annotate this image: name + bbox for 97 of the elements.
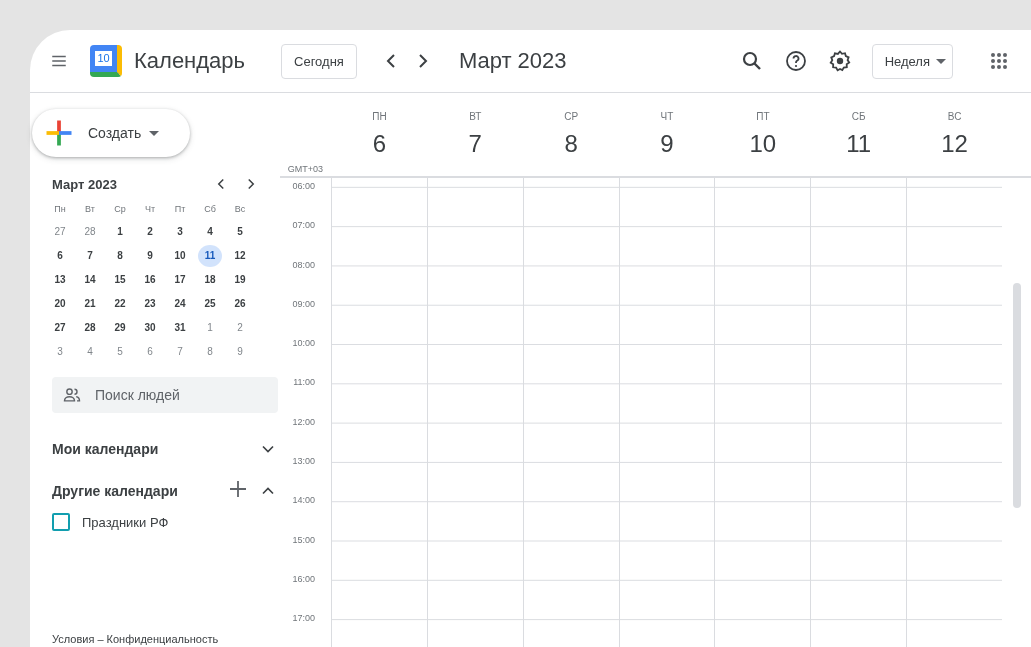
date-cell[interactable]: 13 bbox=[48, 269, 72, 291]
date-cell[interactable]: 2 bbox=[228, 317, 252, 339]
date-cell[interactable]: 29 bbox=[108, 317, 132, 339]
section-title[interactable]: Другие календари bbox=[52, 483, 178, 499]
day-number[interactable]: 7 bbox=[468, 130, 482, 158]
date-cell[interactable]: 21 bbox=[78, 293, 102, 315]
weekday-label: СР bbox=[564, 111, 579, 122]
date-cell[interactable]: 27 bbox=[48, 221, 72, 243]
weekday-label: Пн bbox=[53, 203, 67, 216]
section-title[interactable]: Мои календари bbox=[52, 441, 159, 457]
day-number[interactable]: 8 bbox=[564, 130, 578, 158]
period-title: Март 2023 bbox=[458, 48, 567, 74]
checkbox[interactable] bbox=[52, 513, 70, 531]
day-number[interactable]: 10 bbox=[749, 130, 777, 158]
date-cell[interactable]: 18 bbox=[198, 269, 222, 291]
weekday-label: Пт bbox=[173, 203, 187, 216]
caret-icon bbox=[149, 130, 160, 136]
date-cell[interactable]: 1 bbox=[198, 317, 222, 339]
weekday-label: Вт bbox=[84, 203, 96, 216]
view-dropdown[interactable]: Неделя bbox=[871, 43, 953, 79]
help-icon[interactable] bbox=[783, 49, 808, 73]
day-number[interactable]: 11 bbox=[846, 130, 872, 158]
date-cell[interactable]: 19 bbox=[228, 269, 252, 291]
date-cell[interactable]: 17 bbox=[168, 269, 192, 291]
weekday-label: Чт bbox=[143, 203, 157, 216]
date-cell[interactable]: 3 bbox=[168, 221, 192, 243]
date-cell[interactable]: 11 bbox=[198, 245, 222, 267]
people-search-field[interactable]: Поиск людей bbox=[52, 377, 278, 413]
date-cell[interactable]: 28 bbox=[78, 221, 102, 243]
weekday-label: ЧТ bbox=[660, 111, 674, 122]
hour-label: 11:00 bbox=[293, 377, 315, 390]
hour-label: 15:00 bbox=[292, 534, 315, 547]
date-cell[interactable]: 12 bbox=[228, 245, 252, 267]
weekday-label: ПТ bbox=[756, 111, 770, 122]
calendar-name: Праздники РФ bbox=[82, 514, 169, 530]
weekday-label: СБ bbox=[851, 111, 866, 122]
scrollbar-thumb[interactable] bbox=[1012, 283, 1021, 508]
date-cell[interactable]: 14 bbox=[78, 269, 102, 291]
date-cell[interactable]: 8 bbox=[198, 341, 222, 363]
date-cell[interactable]: 4 bbox=[78, 341, 102, 363]
hour-label: 16:00 bbox=[292, 573, 315, 586]
date-cell[interactable]: 25 bbox=[198, 293, 222, 315]
date-cell[interactable]: 1 bbox=[108, 221, 132, 243]
mini-calendar-title: Март 2023 bbox=[52, 176, 117, 192]
date-cell[interactable]: 7 bbox=[168, 341, 192, 363]
date-cell[interactable]: 9 bbox=[228, 341, 252, 363]
date-cell[interactable]: 23 bbox=[138, 293, 162, 315]
plus-icon bbox=[44, 118, 74, 148]
date-cell[interactable]: 2 bbox=[138, 221, 162, 243]
day-number[interactable]: 12 bbox=[941, 130, 968, 158]
weekday-label: Сб bbox=[203, 203, 217, 216]
hour-label: 12:00 bbox=[292, 416, 315, 429]
date-cell[interactable]: 4 bbox=[198, 221, 222, 243]
caret-icon bbox=[936, 58, 946, 64]
create-button[interactable]: Создать bbox=[32, 109, 190, 157]
hour-label: 09:00 bbox=[292, 298, 315, 311]
day-number[interactable]: 6 bbox=[372, 130, 387, 158]
hour-label: 08:00 bbox=[292, 259, 315, 272]
hour-label: 17:00 bbox=[292, 613, 315, 626]
weekday-label: ВС bbox=[947, 111, 962, 122]
date-cell[interactable]: 20 bbox=[48, 293, 72, 315]
date-cell[interactable]: 6 bbox=[48, 245, 72, 267]
people-icon bbox=[62, 385, 82, 405]
hour-label: 06:00 bbox=[292, 181, 315, 193]
app-title: Календарь bbox=[134, 48, 246, 74]
date-cell[interactable]: 28 bbox=[78, 317, 102, 339]
date-cell[interactable]: 30 bbox=[138, 317, 162, 339]
hour-label: 13:00 bbox=[292, 456, 315, 469]
date-cell[interactable]: 5 bbox=[108, 341, 132, 363]
weekday-label: Ср bbox=[113, 203, 127, 216]
logo-day-number: 10 bbox=[95, 51, 112, 66]
date-cell[interactable]: 24 bbox=[168, 293, 192, 315]
date-cell[interactable]: 5 bbox=[228, 221, 252, 243]
timezone-label: GMT+03 bbox=[287, 164, 323, 174]
today-button[interactable]: Сегодня bbox=[281, 43, 357, 79]
date-cell[interactable]: 31 bbox=[168, 317, 192, 339]
date-cell[interactable]: 16 bbox=[138, 269, 162, 291]
weekday-label: ПН bbox=[372, 111, 387, 122]
date-cell[interactable]: 6 bbox=[138, 341, 162, 363]
settings-icon[interactable] bbox=[827, 49, 852, 73]
date-cell[interactable]: 3 bbox=[48, 341, 72, 363]
date-cell[interactable]: 26 bbox=[228, 293, 252, 315]
date-cell[interactable]: 27 bbox=[48, 317, 72, 339]
hour-label: 10:00 bbox=[292, 338, 315, 351]
weekday-label: ВТ bbox=[469, 111, 482, 122]
hour-label: 14:00 bbox=[292, 495, 315, 508]
date-cell[interactable]: 15 bbox=[108, 269, 132, 291]
date-cell[interactable]: 7 bbox=[78, 245, 102, 267]
hour-label: 07:00 bbox=[292, 220, 315, 233]
footer-links[interactable]: Условия – Конфиденциальность bbox=[52, 633, 280, 645]
date-cell[interactable]: 9 bbox=[138, 245, 162, 267]
date-cell[interactable]: 8 bbox=[108, 245, 132, 267]
add-icon[interactable] bbox=[230, 481, 246, 497]
date-cell[interactable]: 10 bbox=[168, 245, 192, 267]
date-cell[interactable]: 22 bbox=[108, 293, 132, 315]
weekday-label: Вс bbox=[233, 203, 247, 216]
day-number[interactable]: 9 bbox=[660, 130, 674, 158]
